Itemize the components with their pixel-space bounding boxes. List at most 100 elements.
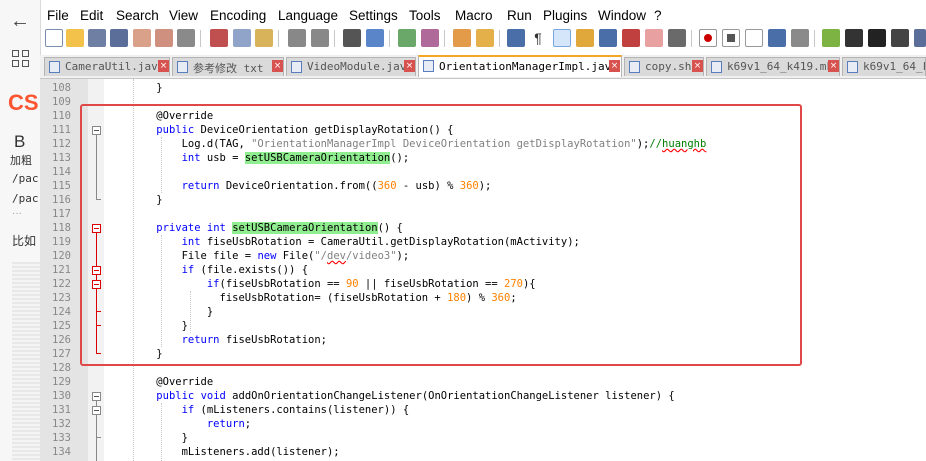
file-icon (291, 61, 302, 73)
menu-help[interactable]: ? (654, 8, 662, 23)
fold-end-marker (96, 437, 101, 438)
new-file-icon[interactable] (45, 29, 63, 47)
word-wrap-icon[interactable] (507, 29, 525, 47)
code-line[interactable]: return; (131, 417, 251, 431)
menu-search[interactable]: Search (116, 8, 159, 23)
function-list-icon[interactable] (622, 29, 640, 47)
line-number: 131 (52, 404, 71, 416)
tab-videomodule[interactable]: VideoModule.java × (286, 57, 416, 76)
file-icon (629, 61, 640, 73)
close-tab-icon[interactable]: × (609, 60, 620, 72)
show-all-characters-icon[interactable]: ¶ (529, 29, 547, 47)
menu-tools[interactable]: Tools (409, 8, 441, 23)
line-number: 123 (52, 292, 71, 304)
file-icon (177, 61, 188, 73)
tab-k69v1-k[interactable]: k69v1_64_k (842, 57, 926, 76)
line-number: 116 (52, 194, 71, 206)
tab-orientationmanagerimpl[interactable]: OrientationManagerImpl.java × (418, 55, 622, 77)
menu-file[interactable]: File (47, 8, 69, 23)
menu-settings[interactable]: Settings (349, 8, 398, 23)
line-number: 134 (52, 446, 71, 458)
tab-copy-sh[interactable]: copy.sh × (624, 57, 704, 76)
line-number: 121 (52, 264, 71, 276)
code-line[interactable]: if (mListeners.contains(listener)) { (131, 403, 410, 417)
monitor-icon[interactable] (668, 29, 686, 47)
terminal-icon[interactable] (891, 29, 909, 47)
close-tab-icon[interactable]: × (158, 60, 169, 72)
cut-icon[interactable] (210, 29, 228, 47)
close-tab-icon[interactable]: × (692, 60, 703, 72)
apps-grid-icon[interactable] (12, 50, 30, 68)
save-icon[interactable] (88, 29, 106, 47)
code-line[interactable]: mListeners.add(listener); (131, 445, 340, 459)
fold-collapse-icon[interactable] (92, 406, 101, 415)
spellcheck-icon[interactable] (914, 29, 926, 47)
tab-k69v1-mk[interactable]: k69v1_64_k419.mk × (706, 57, 840, 76)
replace-icon[interactable] (366, 29, 384, 47)
tab-label: k69v1_64_k419.mk (727, 60, 833, 73)
tab-label: 参考修改 txt (193, 62, 264, 75)
menu-plugins[interactable]: Plugins (543, 8, 587, 23)
menu-window[interactable]: Window (598, 8, 646, 23)
user-language-icon[interactable] (576, 29, 594, 47)
fold-collapse-icon[interactable] (92, 392, 101, 401)
tab-reference-txt[interactable]: 参考修改 txt × (172, 57, 284, 76)
close-tab-icon[interactable]: × (272, 60, 283, 72)
sync-vertical-icon[interactable] (453, 29, 471, 47)
play-macro-icon[interactable] (745, 29, 763, 47)
find-icon[interactable] (343, 29, 361, 47)
line-number: 122 (52, 278, 71, 290)
toolbar: ¶ (40, 27, 926, 52)
menu-view[interactable]: View (169, 8, 198, 23)
tab-label: OrientationManagerImpl.java (439, 60, 618, 73)
menu-macro[interactable]: Macro (455, 8, 493, 23)
menu-encoding[interactable]: Encoding (210, 8, 266, 23)
tab-label: VideoModule.java (307, 60, 413, 73)
save-macro-icon[interactable] (791, 29, 809, 47)
save-all-icon[interactable] (110, 29, 128, 47)
doc-map-icon[interactable] (599, 29, 617, 47)
redo-icon[interactable] (311, 29, 329, 47)
line-number: 132 (52, 418, 71, 430)
close-tab-icon[interactable]: × (828, 60, 839, 72)
menu-run[interactable]: Run (507, 8, 532, 23)
undo-icon[interactable] (288, 29, 306, 47)
line-number: 119 (52, 236, 71, 248)
line-number: 113 (52, 152, 71, 164)
toolbar-separator (389, 30, 390, 47)
file-icon (847, 61, 858, 73)
indent-guide-icon[interactable] (553, 29, 571, 47)
stop-macro-icon[interactable] (722, 29, 740, 47)
code-line[interactable]: @Override (131, 375, 213, 389)
console-icon[interactable] (868, 29, 886, 47)
phone-icon[interactable] (845, 29, 863, 47)
toolbar-separator (444, 30, 445, 47)
line-number: 133 (52, 432, 71, 444)
code-line[interactable]: public void addOnOrientationChangeListen… (131, 389, 674, 403)
zoom-in-icon[interactable] (398, 29, 416, 47)
record-macro-icon[interactable] (699, 29, 717, 47)
menu-edit[interactable]: Edit (80, 8, 103, 23)
toolbar-separator (814, 30, 815, 47)
print-icon[interactable] (177, 29, 195, 47)
paste-icon[interactable] (255, 29, 273, 47)
code-line[interactable]: } (131, 81, 162, 95)
zoom-out-icon[interactable] (421, 29, 439, 47)
open-file-icon[interactable] (66, 29, 84, 47)
highlight-annotation-box (80, 104, 802, 366)
android-icon[interactable] (822, 29, 840, 47)
close-file-icon[interactable] (133, 29, 151, 47)
close-tab-icon[interactable]: × (404, 60, 415, 72)
copy-icon[interactable] (233, 29, 251, 47)
sync-horizontal-icon[interactable] (476, 29, 494, 47)
browser-sidebar: ← CS B 加粗 /pac /pac ··· 比如 (0, 0, 41, 461)
menu-language[interactable]: Language (278, 8, 338, 23)
folder-workspace-icon[interactable] (645, 29, 663, 47)
close-all-icon[interactable] (155, 29, 173, 47)
tab-camerautil[interactable]: CameraUtil.java × (44, 57, 170, 76)
line-number: 109 (52, 96, 71, 108)
toolbar-separator (499, 30, 500, 47)
code-line[interactable]: } (131, 431, 188, 445)
run-multiple-icon[interactable] (768, 29, 786, 47)
toolbar-separator (334, 30, 335, 47)
